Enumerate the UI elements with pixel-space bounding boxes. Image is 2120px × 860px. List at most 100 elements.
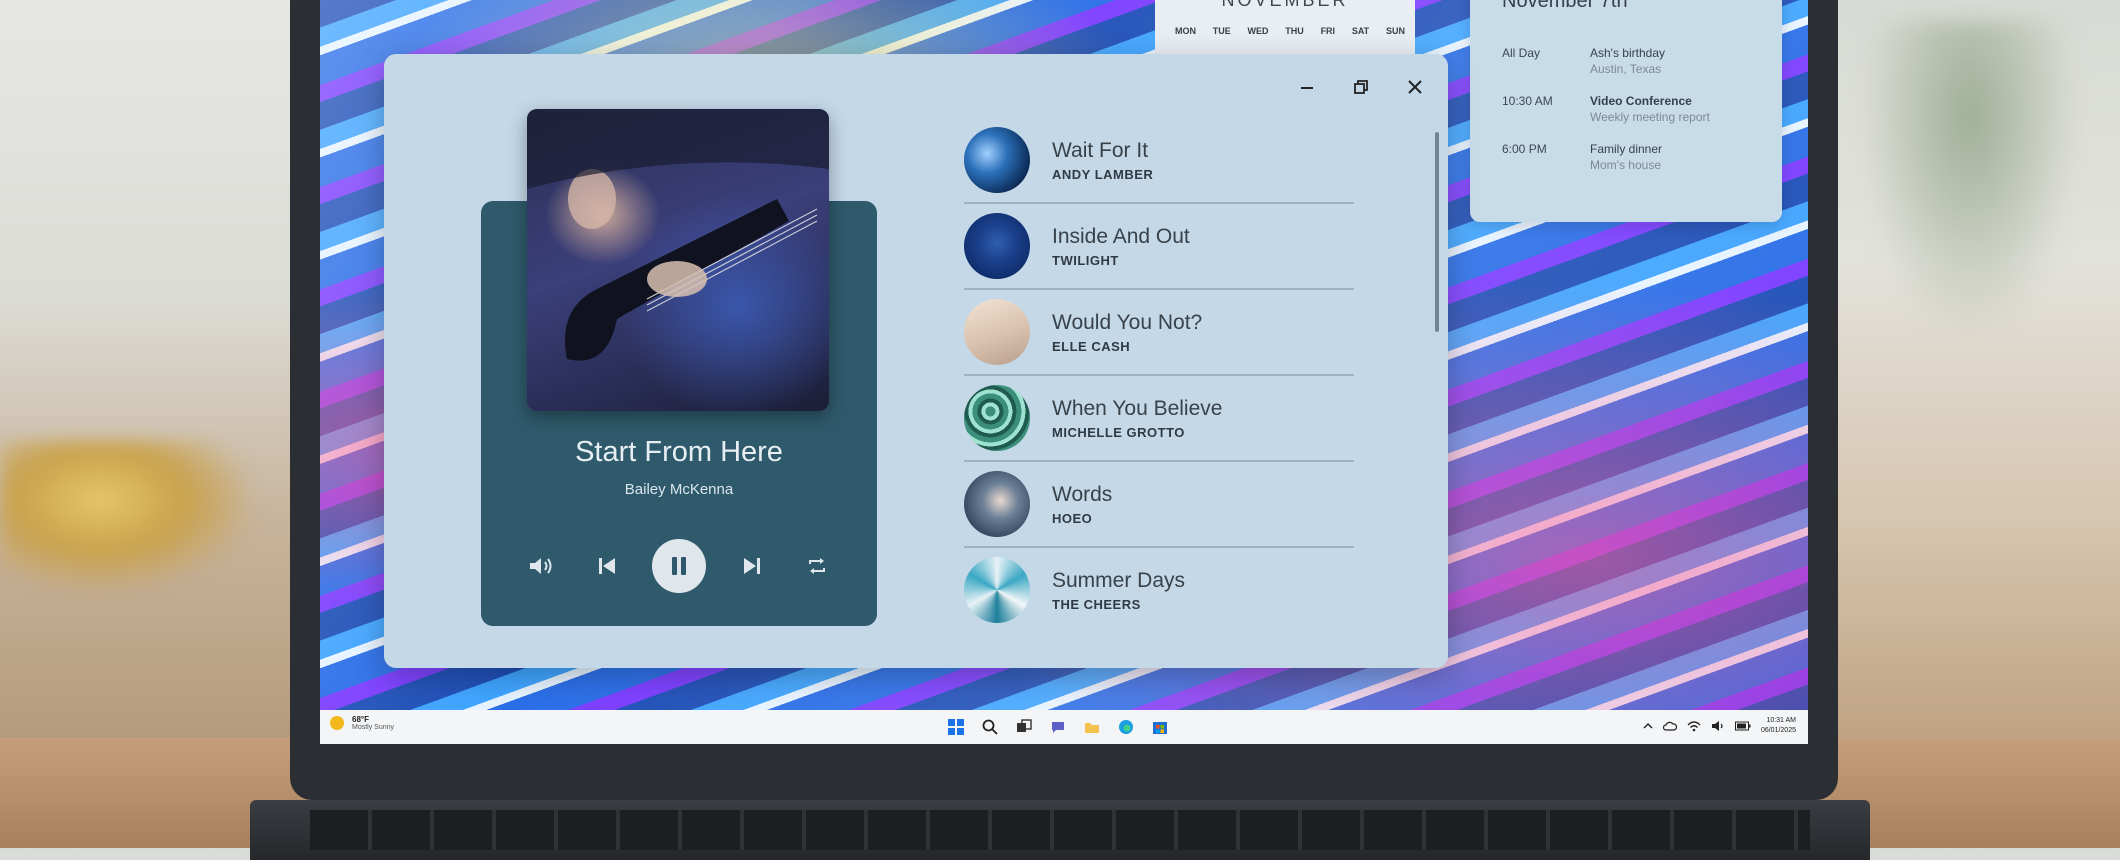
track-item[interactable]: Summer Days THE CHEERS xyxy=(964,548,1354,632)
weekday-label: FRI xyxy=(1320,26,1336,36)
track-title: Summer Days xyxy=(1052,568,1186,592)
track-item[interactable]: Would You Not? ELLE CASH xyxy=(964,290,1354,376)
track-item[interactable]: Wait For It ANDY LAMBER xyxy=(964,118,1354,204)
sun-icon xyxy=(330,716,344,730)
task-view-button[interactable] xyxy=(1013,716,1035,738)
restore-icon xyxy=(1354,80,1368,94)
now-playing-artist: Bailey McKenna xyxy=(624,481,734,498)
playlist: Wait For It ANDY LAMBER Inside And Out T… xyxy=(964,118,1354,632)
background-fruit-bowl xyxy=(0,440,250,590)
track-artist: ELLE CASH xyxy=(1052,338,1131,354)
weekday-label: THU xyxy=(1285,26,1304,36)
calendar-agenda-widget: November 7th All Day Ash's birthday Aust… xyxy=(1470,0,1782,222)
track-thumbnail xyxy=(964,385,1030,451)
chat-icon xyxy=(1052,722,1064,733)
taskbar-clock[interactable]: 10:31 AM 06/01/2025 xyxy=(1761,716,1796,736)
track-title: When You Believe xyxy=(1052,396,1223,420)
track-thumbnail xyxy=(964,213,1030,279)
track-thumbnail xyxy=(964,299,1030,365)
file-explorer-button[interactable] xyxy=(1081,716,1103,738)
track-thumbnail xyxy=(964,127,1030,193)
taskbar-apps xyxy=(945,716,1171,738)
guitar-illustration xyxy=(527,109,829,361)
cloud-icon[interactable] xyxy=(1662,721,1677,731)
previous-track-button[interactable] xyxy=(587,546,627,586)
skip-previous-icon xyxy=(598,558,615,574)
folder-icon xyxy=(1085,723,1099,733)
playback-controls xyxy=(521,536,837,596)
track-title: Words xyxy=(1052,482,1113,506)
search-icon xyxy=(982,719,998,735)
agenda-event[interactable]: All Day Ash's birthday Austin, Texas xyxy=(1502,46,1772,76)
close-button[interactable] xyxy=(1400,72,1430,102)
chevron-up-icon[interactable] xyxy=(1643,721,1653,731)
agenda-event[interactable]: 6:00 PM Family dinner Mom's house xyxy=(1502,142,1772,172)
agenda-event-title: Video Conference xyxy=(1590,94,1692,108)
agenda-event-time: 6:00 PM xyxy=(1502,142,1547,156)
window-controls xyxy=(1292,72,1430,102)
track-title: Inside And Out xyxy=(1052,224,1190,248)
agenda-event-subtitle: Austin, Texas xyxy=(1590,62,1662,76)
track-item[interactable]: When You Believe MICHELLE GROTTO xyxy=(964,376,1354,462)
edge-browser-icon xyxy=(1119,720,1133,734)
agenda-event[interactable]: 10:30 AM Video Conference Weekly meeting… xyxy=(1502,94,1772,124)
volume-button[interactable] xyxy=(521,546,561,586)
background-plant xyxy=(1860,20,2080,340)
start-button[interactable] xyxy=(945,716,967,738)
windows-icon xyxy=(948,719,964,735)
music-player-window: Start From Here Bailey McKenna Wait For … xyxy=(384,54,1448,668)
laptop-keyboard xyxy=(250,800,1870,860)
agenda-event-subtitle: Weekly meeting report xyxy=(1590,110,1710,124)
chat-button[interactable] xyxy=(1047,716,1069,738)
weekday-label: TUE xyxy=(1212,26,1231,36)
restore-button[interactable] xyxy=(1346,72,1376,102)
minimize-icon xyxy=(1301,87,1313,89)
laptop-screen: NOVEMBER MON TUE WED THU FRI SAT SUN Nov… xyxy=(320,0,1808,744)
weekday-label: WED xyxy=(1247,26,1269,36)
track-item[interactable]: Inside And Out TWILIGHT xyxy=(964,204,1354,290)
background-room-left xyxy=(0,0,300,740)
now-playing-title: Start From Here xyxy=(575,436,783,468)
store-icon xyxy=(1153,722,1167,734)
wifi-icon[interactable] xyxy=(1687,720,1701,732)
calendar-weekdays: MON TUE WED THU FRI SAT SUN xyxy=(1175,26,1405,36)
track-thumbnail xyxy=(964,557,1030,623)
agenda-event-title: Family dinner xyxy=(1590,142,1663,156)
calendar-month-label: NOVEMBER xyxy=(1221,0,1349,10)
clock-time: 10:31 AM xyxy=(1766,717,1796,724)
weather-temperature: 68°F xyxy=(352,715,369,724)
weekday-label: SAT xyxy=(1351,26,1370,36)
agenda-event-subtitle: Mom's house xyxy=(1590,158,1661,172)
track-thumbnail xyxy=(964,471,1030,537)
task-view-icon xyxy=(1017,719,1032,732)
agenda-event-time: 10:30 AM xyxy=(1502,94,1553,108)
weather-condition: Mostly Sunny xyxy=(352,724,395,731)
speaker-icon[interactable] xyxy=(1711,720,1725,732)
skip-next-icon xyxy=(743,558,760,574)
weekday-label: MON xyxy=(1175,26,1196,36)
keyboard-keys xyxy=(310,810,1810,850)
agenda-event-title: Ash's birthday xyxy=(1590,46,1665,60)
search-button[interactable] xyxy=(979,716,1001,738)
weather-widget[interactable]: 68°F Mostly Sunny xyxy=(328,714,394,732)
clock-date: 06/01/2025 xyxy=(1760,727,1796,734)
store-button[interactable] xyxy=(1149,716,1171,738)
close-icon xyxy=(1408,80,1422,94)
edge-browser-button[interactable] xyxy=(1115,716,1137,738)
battery-icon[interactable] xyxy=(1734,721,1751,731)
album-art-guitar xyxy=(527,109,829,411)
next-track-button[interactable] xyxy=(732,546,772,586)
track-title: Wait For It xyxy=(1052,138,1149,162)
agenda-event-time: All Day xyxy=(1502,46,1541,60)
system-tray: 10:31 AM 06/01/2025 xyxy=(1643,716,1796,736)
track-item[interactable]: Words HOEO xyxy=(964,462,1354,548)
pause-button[interactable] xyxy=(652,539,706,593)
minimize-button[interactable] xyxy=(1292,72,1322,102)
volume-icon xyxy=(530,558,552,574)
repeat-button[interactable] xyxy=(797,546,837,586)
track-artist: THE CHEERS xyxy=(1052,596,1141,612)
pause-icon xyxy=(672,557,686,575)
playlist-scrollbar[interactable] xyxy=(1435,132,1439,332)
weekday-label: SUN xyxy=(1385,26,1405,36)
track-artist: HOEO xyxy=(1052,510,1093,526)
